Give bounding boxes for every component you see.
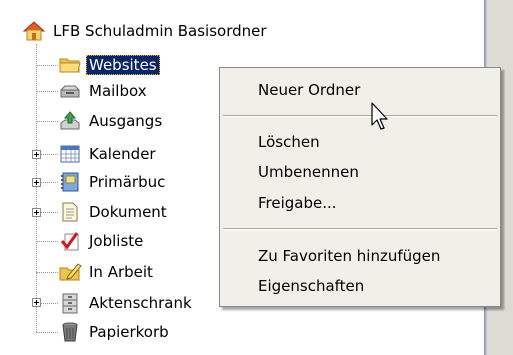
- tree-item-primaerbuch[interactable]: Primärbuc: [58, 171, 168, 193]
- tree-item-ausgangs[interactable]: Ausgangs: [58, 110, 165, 132]
- tree-item-jobliste[interactable]: Jobliste: [58, 230, 146, 252]
- mouse-pointer-icon: [371, 102, 391, 136]
- expand-toggle-aktenschrank[interactable]: [32, 298, 41, 307]
- expand-toggle-dokumente[interactable]: [32, 208, 41, 217]
- menu-item-neuer-ordner[interactable]: Neuer Ordner: [258, 78, 360, 102]
- outbox-icon: [58, 110, 82, 132]
- tree-branch-line: [36, 332, 58, 333]
- tree-item-kalender[interactable]: Kalender: [58, 143, 159, 165]
- tree-item-aktenschrank[interactable]: Aktenschrank: [58, 292, 195, 314]
- menu-item-zu-favoriten[interactable]: Zu Favoriten hinzufügen: [258, 244, 440, 268]
- filing-cabinet-icon: [58, 292, 82, 314]
- tree-item-label: In Arbeit: [89, 263, 153, 281]
- tree-branch-line: [36, 91, 58, 92]
- expand-toggle-primaerbuch[interactable]: [32, 178, 41, 187]
- tree-item-websites[interactable]: Websites: [58, 54, 160, 76]
- tree-item-label: Kalender: [89, 145, 156, 163]
- tree-item-label: Papierkorb: [89, 323, 169, 341]
- tree-item-label: Ausgangs: [89, 112, 163, 130]
- menu-separator: [223, 228, 497, 230]
- home-folder-icon: [22, 20, 46, 42]
- tree-item-label: Dokument: [89, 203, 167, 221]
- tree-item-label: Jobliste: [89, 232, 144, 250]
- trash-bin-icon: [58, 321, 82, 343]
- menu-item-umbenennen[interactable]: Umbenennen: [258, 160, 359, 184]
- checkmark-list-icon: [58, 230, 82, 252]
- edit-folder-icon: [58, 261, 82, 283]
- tree-item-mailbox[interactable]: Mailbox: [58, 80, 150, 102]
- address-book-icon: [58, 171, 82, 193]
- tree-branch-line: [36, 121, 58, 122]
- mailbox-icon: [58, 80, 82, 102]
- tree-item-dokumente[interactable]: Dokument: [58, 201, 170, 223]
- context-menu: Neuer Ordner Löschen Umbenennen Freigabe…: [219, 67, 501, 307]
- folder-icon: [58, 54, 82, 76]
- tree-root-label: LFB Schuladmin Basisordner: [53, 22, 267, 40]
- tree-item-label: Mailbox: [89, 82, 147, 100]
- tree-item-in-arbeit[interactable]: In Arbeit: [58, 261, 156, 283]
- tree-item-label: Primärbuc: [89, 173, 166, 191]
- tree-branch-line: [36, 272, 58, 273]
- tree-root-item[interactable]: LFB Schuladmin Basisordner: [22, 20, 270, 42]
- tree-item-label: Websites: [86, 55, 160, 75]
- tree-item-papierkorb[interactable]: Papierkorb: [58, 321, 172, 343]
- tree-branch-line: [36, 241, 58, 242]
- calendar-icon: [58, 143, 82, 165]
- tree-connector-line: [36, 44, 37, 332]
- expand-toggle-kalender[interactable]: [32, 150, 41, 159]
- documents-icon: [58, 201, 82, 223]
- menu-item-freigabe[interactable]: Freigabe...: [258, 191, 337, 215]
- menu-item-loeschen[interactable]: Löschen: [258, 130, 320, 154]
- tree-item-label: Aktenschrank: [89, 294, 192, 312]
- tree-branch-line: [36, 65, 58, 66]
- menu-item-eigenschaften[interactable]: Eigenschaften: [258, 274, 364, 298]
- menu-separator: [223, 115, 497, 117]
